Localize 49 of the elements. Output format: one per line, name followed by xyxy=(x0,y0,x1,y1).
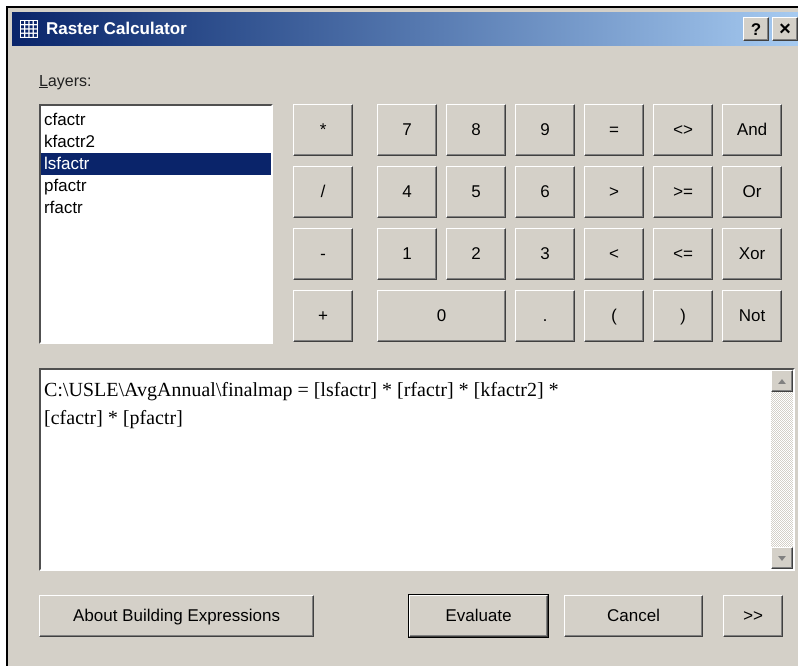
layer-item[interactable]: cfactr xyxy=(41,109,271,131)
key-button[interactable]: <> xyxy=(653,104,713,156)
key-button[interactable]: ( xyxy=(584,290,644,342)
key-button[interactable]: 2 xyxy=(446,228,506,280)
key-button[interactable]: 0 xyxy=(377,290,506,342)
key-button[interactable]: 6 xyxy=(515,166,575,218)
key-button[interactable]: - xyxy=(293,228,353,280)
dialog-button[interactable]: Cancel xyxy=(564,595,703,637)
key-button[interactable]: <= xyxy=(653,228,713,280)
key-button[interactable]: = xyxy=(584,104,644,156)
key-button[interactable]: + xyxy=(293,290,353,342)
expression-box[interactable]: C:\USLE\AvgAnnual\finalmap = [lsfactr] * [rfactr] * [kfactr2] * [cfactr] * [pfactr] xyxy=(39,368,795,571)
key-button[interactable]: > xyxy=(584,166,644,218)
dialog-button[interactable]: About Building Expressions xyxy=(39,595,314,637)
expression-text: C:\USLE\AvgAnnual\finalmap = [lsfactr] * [rfactr] * [kfactr2] * xyxy=(44,378,560,403)
key-button[interactable]: Not xyxy=(722,290,782,342)
layer-item[interactable]: lsfactr xyxy=(41,153,271,175)
key-button[interactable]: 1 xyxy=(377,228,437,280)
scroll-up-button[interactable] xyxy=(771,370,793,392)
help-button[interactable]: ? xyxy=(743,17,769,41)
up-arrow-icon xyxy=(778,378,786,384)
layer-item[interactable]: pfactr xyxy=(41,175,271,197)
key-button[interactable]: Xor xyxy=(722,228,782,280)
scroll-down-button[interactable] xyxy=(771,547,793,569)
close-button[interactable]: × xyxy=(772,17,798,41)
key-button[interactable]: 9 xyxy=(515,104,575,156)
layer-item[interactable]: rfactr xyxy=(41,197,271,219)
key-button[interactable]: 3 xyxy=(515,228,575,280)
layer-item[interactable]: kfactr2 xyxy=(41,131,271,153)
key-button[interactable]: Or xyxy=(722,166,782,218)
key-button[interactable]: 5 xyxy=(446,166,506,218)
key-button[interactable]: 7 xyxy=(377,104,437,156)
key-button[interactable]: >= xyxy=(653,166,713,218)
scrollbar[interactable] xyxy=(771,370,793,569)
key-button[interactable]: * xyxy=(293,104,353,156)
key-button[interactable]: . xyxy=(515,290,575,342)
key-button[interactable]: And xyxy=(722,104,782,156)
expression-text: [cfactr] * [pfactr] xyxy=(44,406,184,431)
dialog-button[interactable]: Evaluate xyxy=(409,595,548,637)
key-button[interactable]: / xyxy=(293,166,353,218)
down-arrow-icon xyxy=(778,556,786,560)
dialog-button[interactable]: >> xyxy=(723,595,783,637)
layers-label: Layers: xyxy=(39,74,92,90)
window-title: Raster Calculator xyxy=(46,18,187,40)
key-button[interactable]: 8 xyxy=(446,104,506,156)
grid-icon xyxy=(20,20,38,38)
key-button[interactable]: < xyxy=(584,228,644,280)
key-button[interactable]: 4 xyxy=(377,166,437,218)
key-button[interactable]: ) xyxy=(653,290,713,342)
